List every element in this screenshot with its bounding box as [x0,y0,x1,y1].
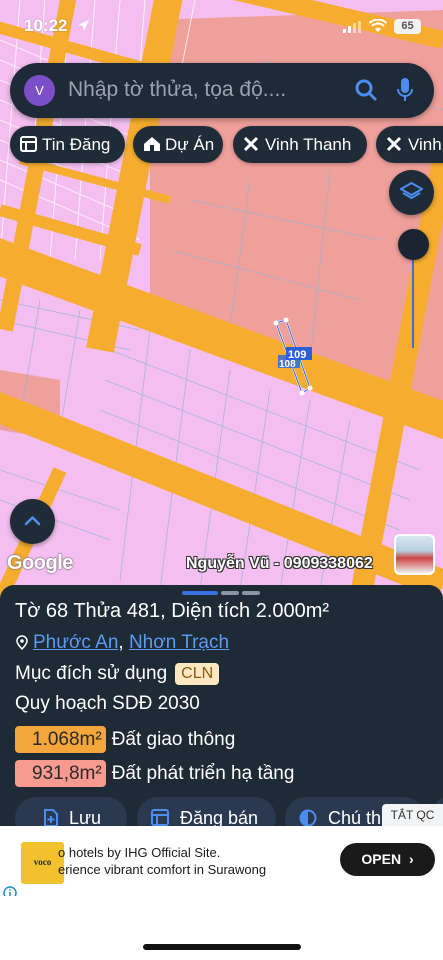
ad-description[interactable]: erience vibrant comfort in Surawong [58,862,266,877]
land-use-area: 1.068m² [15,726,106,753]
tools-icon [386,136,402,152]
wifi-icon [369,19,387,32]
search-input[interactable] [68,76,338,104]
status-time: 10:22 [24,16,68,35]
opacity-slider-track[interactable] [412,246,414,348]
chip-label: Vinh Thanh [265,135,352,154]
layers-button[interactable] [389,170,434,215]
save-icon [44,809,58,827]
search-icon[interactable] [354,78,378,102]
district-link[interactable]: Nhơn Trạch [129,632,229,653]
chevron-up-icon [24,516,41,526]
ad-open-label: OPEN [361,851,402,867]
address-separator: , [118,632,129,653]
listing-icon [20,136,37,152]
land-use-row: 931,8m² Đất phát triển hạ tầng [15,760,294,787]
ward-link[interactable]: Phước An [33,632,118,653]
parcel-label-secondary[interactable]: 108 [279,359,296,370]
ad-open-button[interactable]: OPEN › [340,843,435,876]
land-purpose: Mục đích sử dụng CLN [15,663,220,685]
parcel-address: Phước An, Nhơn Trạch [15,632,229,654]
battery-indicator: 65 [394,19,421,34]
chip-label: Dự Án [165,135,215,154]
location-pin-icon [16,635,28,651]
land-use-row: 1.068m² Đất giao thông [15,726,235,753]
avatar[interactable]: V [24,75,55,106]
street-view-thumbnail[interactable] [394,534,435,575]
signal-icon [343,21,361,33]
expand-sheet-button[interactable] [10,499,55,544]
plan-heading: Quy hoạch SDĐ 2030 [15,693,200,714]
microphone-icon[interactable] [396,77,414,103]
home-indicator[interactable] [143,944,301,950]
location-arrow-icon [78,20,89,31]
land-use-name: Đất giao thông [111,729,236,750]
land-use-area: 931,8m² [15,760,106,787]
chip-vinh-thanh[interactable]: Vinh Thanh [233,126,367,163]
house-icon [144,137,160,151]
purpose-label: Mục đích sử dụng [15,663,168,684]
chip-vinh[interactable]: Vinh [376,126,443,163]
status-bar: 10:22 65 [0,0,443,52]
layers-icon [400,182,423,199]
chip-du-an[interactable]: Dự Án [133,126,223,163]
land-use-name: Đất phát triển hạ tầng [111,763,295,784]
chip-label: Tin Đăng [42,135,111,154]
pager-dot [221,591,239,595]
tools-icon [243,136,259,152]
pager-dot [242,591,260,595]
pager-dot-active [182,591,218,595]
home-area [0,896,443,960]
close-ads-button[interactable]: TẮT QC [382,804,443,826]
ad-headline[interactable]: o hotels by IHG Official Site. [58,845,220,860]
chip-tin-dang[interactable]: Tin Đăng [10,126,125,163]
listing-icon [151,809,169,826]
chip-label: Vinh [408,135,442,154]
parcel-title: Tờ 68 Thửa 481, Diện tích 2.000m² [15,600,330,622]
map-view[interactable]: 109 108 10:22 65 V Nhập tờ thửa, tọa độ.… [0,0,443,600]
google-logo: Google [7,552,73,574]
opacity-slider-handle[interactable] [398,229,429,260]
search-bar[interactable]: V [10,63,434,118]
chevron-right-icon: › [408,851,414,867]
purpose-code-badge[interactable]: CLN [175,663,220,685]
map-watermark: Nguyễn Vũ - 0909338062 [186,555,373,572]
legend-icon [299,809,317,827]
